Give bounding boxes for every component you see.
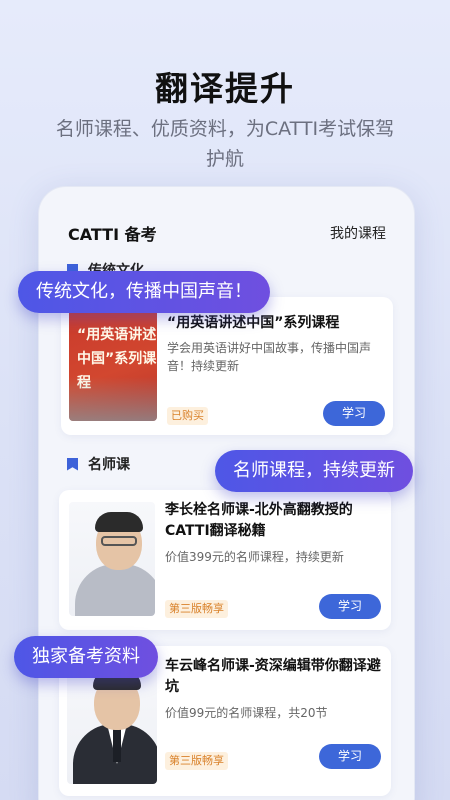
course-title: 车云峰名师课-资深编辑带你翻译避坑 <box>165 658 381 695</box>
glasses-icon <box>101 536 137 546</box>
course-card[interactable]: “用英语讲述中国”系列课程 “用英语讲述中国”系列课程 学会用英语讲好中国故事，… <box>61 297 393 435</box>
study-button[interactable]: 学习 <box>323 401 385 426</box>
status-badge: 第三版畅享 <box>165 752 228 770</box>
teacher-photo <box>69 502 155 616</box>
course-title: “用英语讲述中国”系列课程 <box>167 315 340 331</box>
course-description: 价值399元的名师课程，持续更新 <box>165 550 344 564</box>
screen-title: CATTI 备考 <box>68 225 157 244</box>
section-label: 名师课 <box>88 457 130 473</box>
course-card[interactable]: 李长栓名师课-北外高翻教授的CATTI翻译秘籍 价值399元的名师课程，持续更新… <box>59 490 391 630</box>
bookmark-icon <box>67 457 78 471</box>
course-description: 学会用英语讲好中国故事，传播中国声音！持续更新 <box>167 341 372 373</box>
status-badge: 已购买 <box>167 407 208 425</box>
person-body <box>75 564 155 616</box>
hero-subtitle: 名师课程、优质资料，为CATTI考试保驾护航 <box>55 118 395 170</box>
promo-bubble-teachers: 名师课程，持续更新 <box>215 450 413 492</box>
course-description: 价值99元的名师课程，共20节 <box>165 706 328 720</box>
wave-decoration <box>69 377 157 421</box>
tie-icon <box>113 728 121 762</box>
course-title: 李长栓名师课-北外高翻教授的CATTI翻译秘籍 <box>165 502 353 539</box>
person-hair <box>95 512 143 532</box>
section-header-teachers: 名师课 <box>67 453 130 475</box>
hero-title: 翻译提升 <box>155 69 295 108</box>
course-thumbnail: “用英语讲述中国”系列课程 <box>69 309 157 421</box>
promo-bubble-materials: 独家备考资料 <box>14 636 158 678</box>
study-button[interactable]: 学习 <box>319 744 381 769</box>
status-badge: 第三版畅享 <box>165 600 228 618</box>
study-button[interactable]: 学习 <box>319 594 381 619</box>
promo-bubble-culture: 传统文化，传播中国声音！ <box>18 271 270 313</box>
my-courses-link[interactable]: 我的课程 <box>330 223 386 243</box>
screen-header: CATTI 备考 我的课程 <box>39 217 414 247</box>
